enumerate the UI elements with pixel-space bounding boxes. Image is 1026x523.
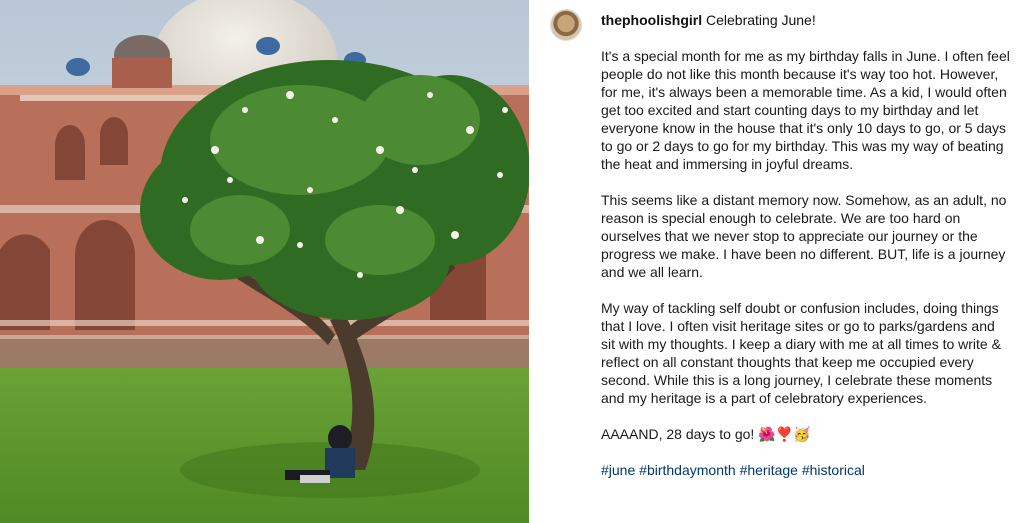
hashtag-link[interactable]: #birthdaymonth	[639, 462, 736, 478]
post-caption: It's a special month for me as my birthd…	[601, 47, 1011, 479]
caption-paragraph: AAAAND, 28 days to go! 🌺❣️🥳	[601, 426, 811, 442]
hashtag-link[interactable]: #historical	[802, 462, 865, 478]
caption-paragraph: This seems like a distant memory now. So…	[601, 192, 1007, 280]
hashtag-list: #june #birthdaymonth #heritage #historic…	[601, 461, 1011, 479]
hashtag-link[interactable]: #june	[601, 462, 635, 478]
username-link[interactable]: thephoolishgirl	[601, 12, 702, 28]
caption-paragraph: My way of tackling self doubt or confusi…	[601, 300, 1001, 406]
caption-paragraph: It's a special month for me as my birthd…	[601, 48, 1010, 172]
post-photo[interactable]	[0, 0, 529, 523]
heritage-tree-photo	[0, 0, 529, 523]
post-sidebar: thephoolishgirl Celebrating June! It's a…	[529, 0, 1026, 523]
user-avatar[interactable]	[551, 10, 581, 40]
post-title: Celebrating June!	[702, 12, 816, 28]
post-header: thephoolishgirl Celebrating June!	[601, 11, 816, 29]
hashtag-link[interactable]: #heritage	[740, 462, 798, 478]
